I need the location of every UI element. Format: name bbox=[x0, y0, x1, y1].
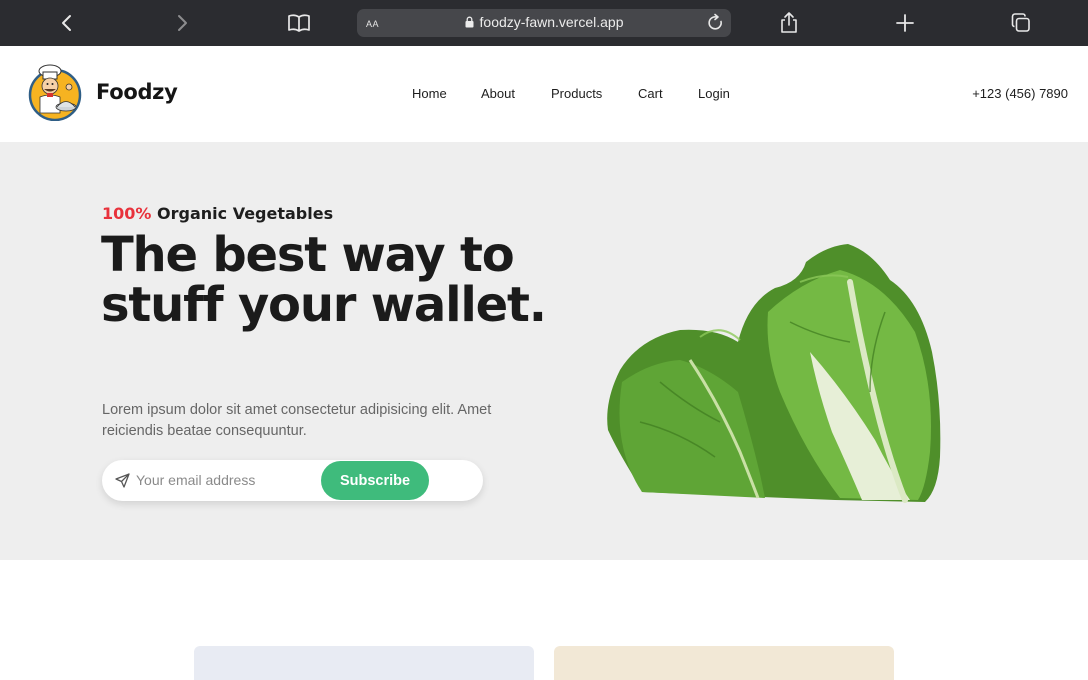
url-text: foodzy-fawn.vercel.app bbox=[479, 14, 624, 30]
nav-cart[interactable]: Cart bbox=[638, 86, 663, 101]
bookmarks-icon bbox=[288, 14, 310, 32]
lock-icon bbox=[465, 16, 474, 28]
tabs-icon bbox=[1011, 13, 1030, 32]
nav-home[interactable]: Home bbox=[412, 86, 447, 101]
nav-products[interactable]: Products bbox=[551, 86, 602, 101]
feature-card[interactable] bbox=[194, 646, 534, 680]
browser-toolbar: AA foodzy-fawn.vercel.app bbox=[0, 0, 1088, 46]
address-bar[interactable]: AA foodzy-fawn.vercel.app bbox=[357, 9, 731, 37]
tabs-overview-button[interactable] bbox=[1006, 8, 1036, 38]
eyebrow-accent: 100% bbox=[102, 204, 152, 223]
nav-login[interactable]: Login bbox=[698, 86, 730, 101]
email-input[interactable] bbox=[136, 466, 316, 494]
nav-about[interactable]: About bbox=[481, 86, 515, 101]
subscribe-button[interactable]: Subscribe bbox=[321, 461, 429, 500]
cabbage-image bbox=[607, 244, 941, 503]
chef-logo[interactable] bbox=[28, 63, 82, 121]
send-icon bbox=[115, 473, 130, 488]
hero-section: 100% Organic Vegetables The best way to … bbox=[0, 142, 1088, 560]
share-icon bbox=[781, 12, 797, 33]
hero-lead: Lorem ipsum dolor sit amet consectetur a… bbox=[102, 402, 492, 439]
phone-number: +123 (456) 7890 bbox=[972, 86, 1068, 101]
forward-button[interactable] bbox=[167, 8, 197, 38]
hero-headline: The best way to stuff your wallet. bbox=[101, 227, 547, 333]
forward-icon bbox=[178, 15, 187, 31]
site-header: Foodzy Home About Products Cart Login +1… bbox=[0, 46, 1088, 142]
new-tab-button[interactable] bbox=[890, 8, 920, 38]
eyebrow-text: Organic Vegetables bbox=[157, 204, 334, 223]
share-button[interactable] bbox=[774, 8, 804, 38]
back-button[interactable] bbox=[52, 8, 82, 38]
new-tab-icon bbox=[896, 14, 914, 32]
hero-eyebrow: 100% Organic Vegetables bbox=[102, 204, 333, 223]
bookmarks-button[interactable] bbox=[284, 8, 314, 38]
back-icon bbox=[62, 15, 71, 31]
subscribe-form: Subscribe bbox=[102, 460, 483, 501]
url-display[interactable]: foodzy-fawn.vercel.app bbox=[357, 14, 731, 30]
feature-card[interactable] bbox=[554, 646, 894, 680]
reload-icon[interactable] bbox=[707, 13, 725, 33]
brand-name[interactable]: Foodzy bbox=[96, 80, 178, 104]
